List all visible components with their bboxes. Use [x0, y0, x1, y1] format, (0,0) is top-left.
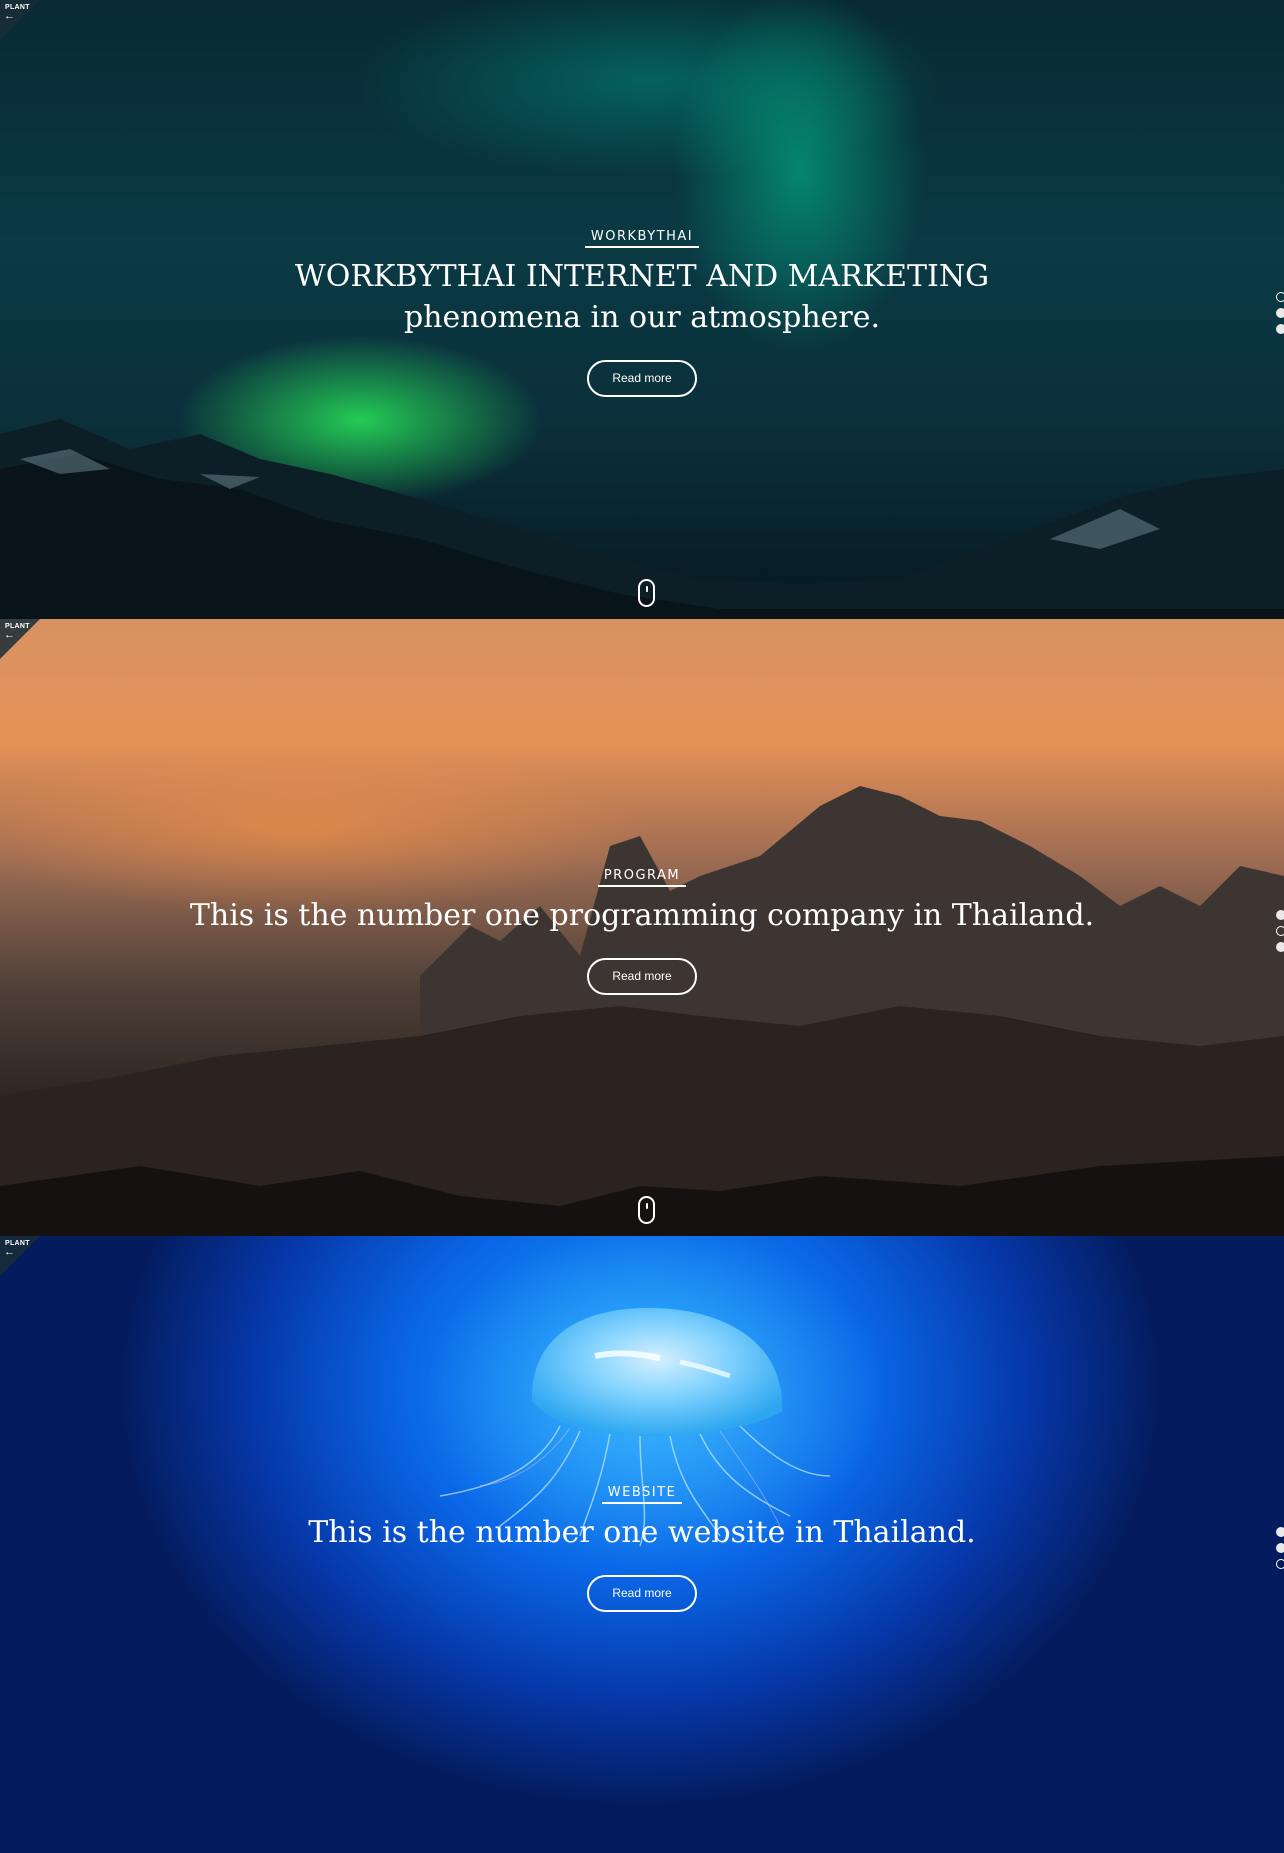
hero-content: PROGRAM This is the number one programmi…	[0, 866, 1284, 995]
slide-kicker: WEBSITE	[601, 1485, 683, 1504]
slide-title-line1: This is the number one website in Thaila…	[308, 1515, 976, 1550]
pagination-dot-1[interactable]	[1276, 292, 1284, 302]
slide-title: This is the number one website in Thaila…	[0, 1512, 1284, 1553]
scroll-mouse-icon[interactable]	[638, 1196, 655, 1224]
read-more-button[interactable]: Read more	[587, 958, 697, 995]
brand-corner[interactable]: PLANT ←	[0, 1236, 40, 1276]
slide-title-line1: This is the number one programming compa…	[189, 898, 1095, 933]
pagination-dot-1[interactable]	[1276, 1527, 1284, 1537]
slide-pagination	[1276, 910, 1284, 958]
pagination-dot-2[interactable]	[1276, 926, 1284, 936]
pagination-dot-3[interactable]	[1276, 942, 1284, 952]
hero-content: WORKBYTHAI WORKBYTHAI INTERNET AND MARKE…	[0, 227, 1284, 397]
pagination-dot-2[interactable]	[1276, 1543, 1284, 1553]
left-arrow-icon[interactable]: ←	[4, 1247, 15, 1258]
pagination-dot-2[interactable]	[1276, 308, 1284, 318]
slide-kicker: PROGRAM	[597, 868, 687, 887]
left-arrow-icon[interactable]: ←	[4, 11, 15, 22]
slide-aurora: PLANT ← WORKBYTHAI WORKBYTHAI INTERNET A…	[0, 0, 1284, 619]
brand-corner[interactable]: PLANT ←	[0, 0, 40, 40]
slide-pagination	[1276, 1527, 1284, 1575]
read-more-button[interactable]: Read more	[587, 1575, 697, 1612]
hero-content: WEBSITE This is the number one website i…	[0, 1483, 1284, 1612]
pagination-dot-3[interactable]	[1276, 324, 1284, 334]
slide-title: This is the number one programming compa…	[0, 895, 1284, 936]
brand-corner[interactable]: PLANT ←	[0, 619, 40, 659]
pagination-dot-1[interactable]	[1276, 910, 1284, 920]
slide-kicker: WORKBYTHAI	[584, 229, 700, 248]
slide-title: WORKBYTHAI INTERNET AND MARKETING phenom…	[0, 256, 1284, 338]
slide-pagination	[1276, 292, 1284, 340]
read-more-button[interactable]: Read more	[587, 360, 697, 397]
left-arrow-icon[interactable]: ←	[4, 630, 15, 641]
slide-title-line2: phenomena in our atmosphere.	[403, 300, 881, 335]
slide-mountains: PLANT ← PROGRAM This is the number one p…	[0, 619, 1284, 1236]
slide-title-line1: WORKBYTHAI INTERNET AND MARKETING	[294, 259, 990, 294]
pagination-dot-3[interactable]	[1276, 1559, 1284, 1569]
slide-jellyfish: PLANT ← WEBSITE This is the number one w…	[0, 1236, 1284, 1853]
scroll-mouse-icon[interactable]	[638, 579, 655, 607]
